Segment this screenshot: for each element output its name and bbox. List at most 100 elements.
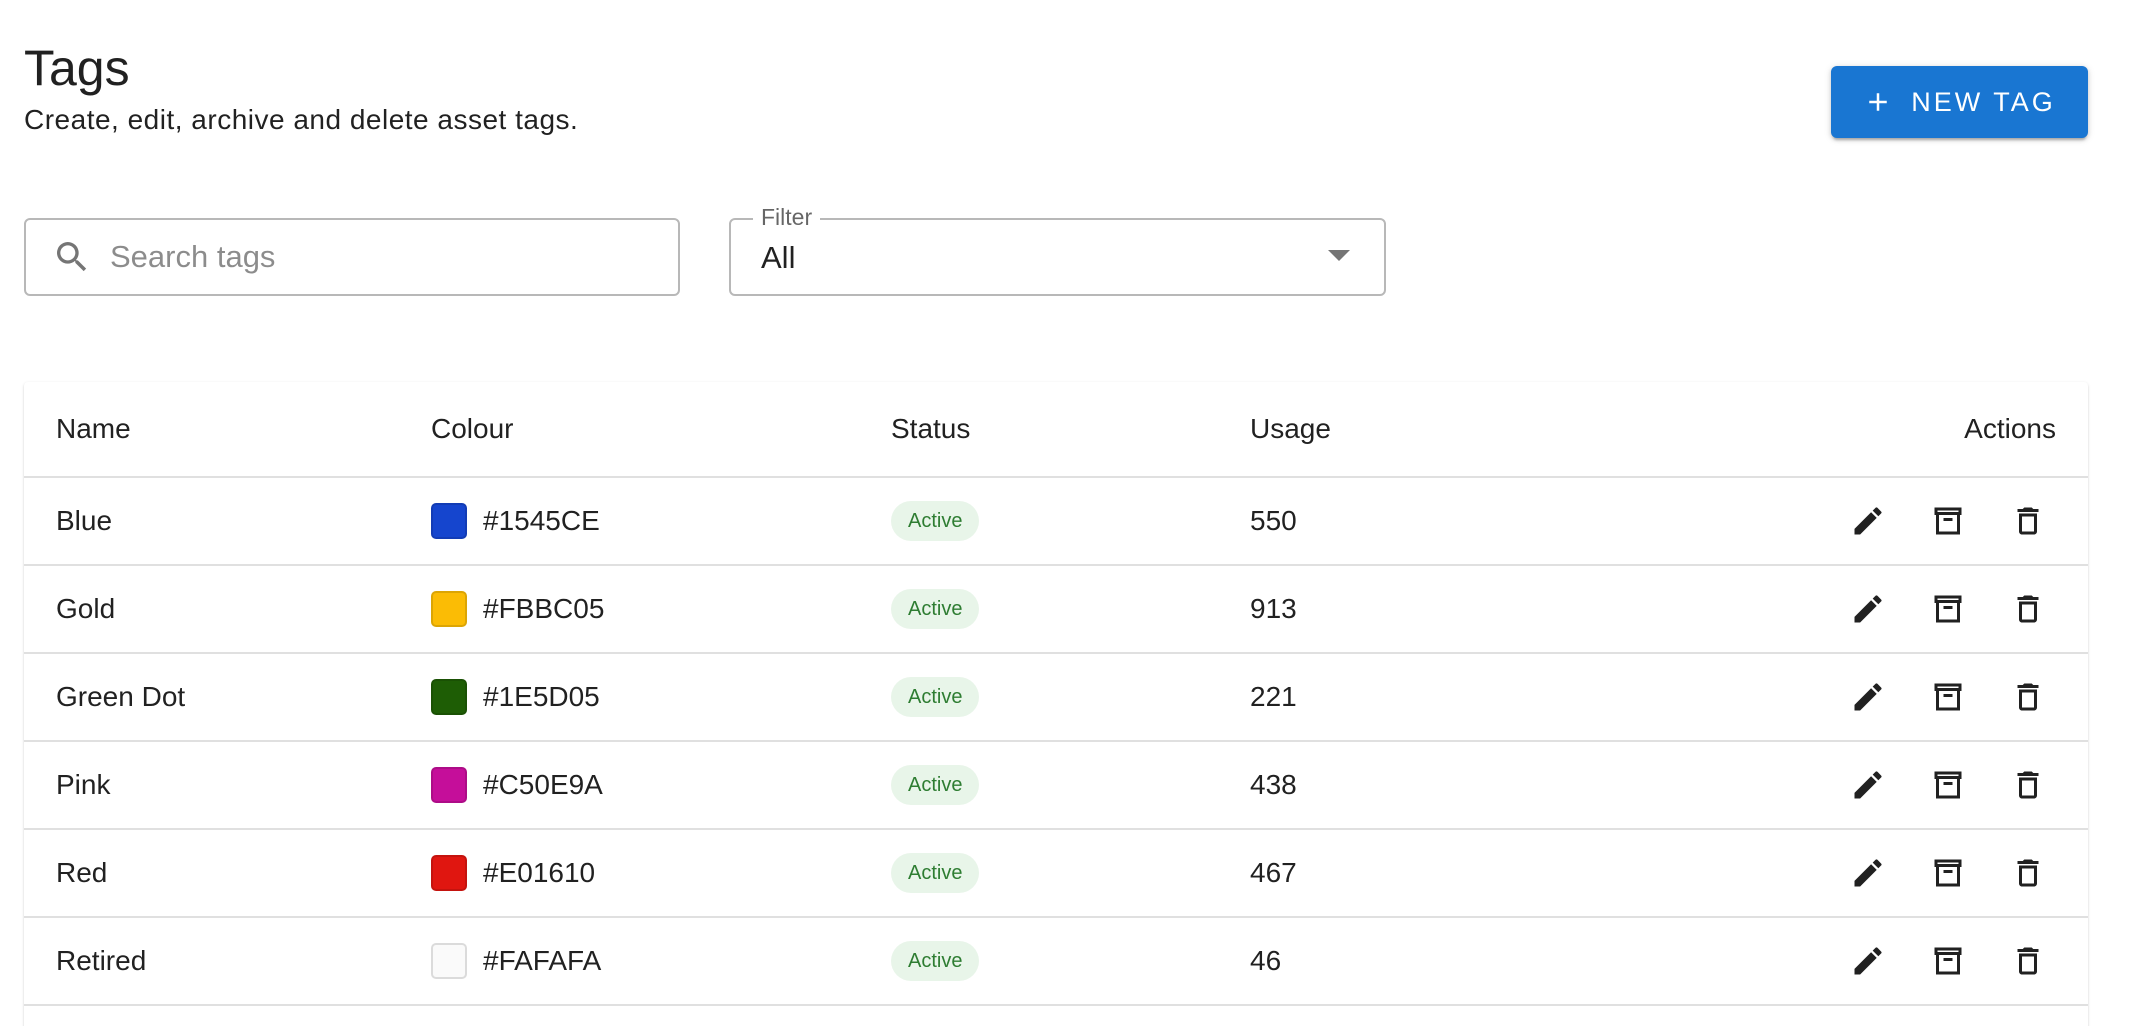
- tag-status-cell: Active: [891, 917, 1250, 1006]
- trash-icon: [2017, 507, 2039, 535]
- archive-tag-button[interactable]: [1928, 589, 1968, 629]
- status-badge: Active: [891, 941, 980, 981]
- tag-colour-cell: #E01610: [431, 829, 891, 918]
- column-header-colour[interactable]: Colour: [431, 382, 891, 478]
- edit-tag-button[interactable]: [1848, 853, 1888, 893]
- tag-name: Green Dot: [24, 653, 431, 742]
- pencil-icon: [1854, 683, 1882, 711]
- edit-tag-button[interactable]: [1848, 941, 1888, 981]
- pencil-icon: [1854, 771, 1882, 799]
- tag-actions-cell: [1750, 741, 2088, 830]
- status-badge: Active: [891, 589, 980, 629]
- tags-page: Tags Create, edit, archive and delete as…: [0, 0, 2130, 1026]
- pencil-icon: [1854, 507, 1882, 535]
- archive-tag-button[interactable]: [1928, 853, 1968, 893]
- colour-swatch: [431, 943, 467, 979]
- trash-icon: [2017, 683, 2039, 711]
- table-row: Red #E01610 Active 467: [24, 829, 2088, 918]
- column-header-name[interactable]: Name: [24, 382, 431, 478]
- pencil-icon: [1854, 595, 1882, 623]
- tag-actions-cell: [1750, 653, 2088, 742]
- tag-actions-cell: [1750, 477, 2088, 566]
- plus-icon: [1869, 93, 1887, 111]
- tag-actions-cell: [1750, 829, 2088, 918]
- table-row: Blue #1545CE Active 550: [24, 477, 2088, 566]
- archive-icon: [1934, 947, 1962, 975]
- edit-tag-button[interactable]: [1848, 501, 1888, 541]
- tag-colour-hex: #1545CE: [483, 505, 600, 536]
- archive-tag-button[interactable]: [1928, 501, 1968, 541]
- page-subtitle: Create, edit, archive and delete asset t…: [24, 104, 579, 135]
- delete-tag-button[interactable]: [2008, 677, 2048, 717]
- tag-colour-hex: #FAFAFA: [483, 945, 602, 976]
- new-tag-button-label: NEW TAG: [1911, 86, 2056, 117]
- delete-tag-button[interactable]: [2008, 589, 2048, 629]
- trash-icon: [2017, 859, 2039, 887]
- delete-tag-button[interactable]: [2008, 941, 2048, 981]
- filter-label: Filter: [753, 203, 821, 231]
- status-badge: Active: [891, 765, 980, 805]
- column-header-actions: Actions: [1750, 382, 2088, 478]
- edit-tag-button[interactable]: [1848, 765, 1888, 805]
- table-row: Pink #C50E9A Active 438: [24, 741, 2088, 830]
- tag-colour-cell: #1545CE: [431, 477, 891, 566]
- status-badge: Active: [891, 853, 980, 893]
- tag-status-cell: Active: [891, 829, 1250, 918]
- tag-name: Blue: [24, 477, 431, 566]
- column-header-usage[interactable]: Usage: [1250, 382, 1750, 478]
- tag-usage: 221: [1250, 653, 1750, 742]
- archive-tag-button[interactable]: [1928, 765, 1968, 805]
- status-badge: Active: [891, 677, 980, 717]
- delete-tag-button[interactable]: [2008, 765, 2048, 805]
- tag-status-cell: Active: [891, 477, 1250, 566]
- status-badge: Active: [891, 501, 980, 541]
- table-header-row: Name Colour Status Usage Actions: [24, 382, 2088, 478]
- filter-select[interactable]: Filter All: [729, 203, 1386, 296]
- archive-tag-button[interactable]: [1928, 677, 1968, 717]
- tag-colour-cell: #C50E9A: [431, 741, 891, 830]
- trash-icon: [2017, 771, 2039, 799]
- tag-status-cell: Active: [891, 565, 1250, 654]
- archive-icon: [1934, 507, 1962, 535]
- tag-colour-hex: #E01610: [483, 857, 596, 888]
- colour-swatch: [431, 855, 467, 891]
- edit-tag-button[interactable]: [1848, 677, 1888, 717]
- tag-status-cell: Active: [891, 653, 1250, 742]
- tag-usage: 913: [1250, 565, 1750, 654]
- pencil-icon: [1854, 947, 1882, 975]
- page-title: Tags: [24, 40, 130, 96]
- archive-tag-button[interactable]: [1928, 941, 1968, 981]
- tag-usage: 467: [1250, 829, 1750, 918]
- tag-name: Pink: [24, 741, 431, 830]
- table-row: Gold #FBBC05 Active 913: [24, 565, 2088, 654]
- arrow-drop-down-icon[interactable]: [1328, 250, 1350, 261]
- tags-table: Name Colour Status Usage Actions Blue #1…: [24, 382, 2088, 1006]
- tag-name: Retired: [24, 917, 431, 1006]
- search-input[interactable]: [110, 239, 630, 275]
- archive-icon: [1934, 595, 1962, 623]
- colour-swatch: [431, 767, 467, 803]
- table-body: Blue #1545CE Active 550 Gold #FBBC05 Act…: [24, 477, 2088, 1006]
- tag-usage: 550: [1250, 477, 1750, 566]
- tag-usage: 438: [1250, 741, 1750, 830]
- search-field[interactable]: [24, 218, 680, 296]
- table-row: Retired #FAFAFA Active 46: [24, 917, 2088, 1006]
- tags-table-card: Name Colour Status Usage Actions Blue #1…: [24, 382, 2088, 1026]
- archive-icon: [1934, 683, 1962, 711]
- tag-colour-hex: #1E5D05: [483, 681, 600, 712]
- colour-swatch: [431, 679, 467, 715]
- trash-icon: [2017, 595, 2039, 623]
- colour-swatch: [431, 591, 467, 627]
- archive-icon: [1934, 859, 1962, 887]
- delete-tag-button[interactable]: [2008, 853, 2048, 893]
- tag-colour-hex: #C50E9A: [483, 769, 603, 800]
- tag-usage: 46: [1250, 917, 1750, 1006]
- column-header-status[interactable]: Status: [891, 382, 1250, 478]
- delete-tag-button[interactable]: [2008, 501, 2048, 541]
- tag-colour-hex: #FBBC05: [483, 593, 605, 624]
- new-tag-button[interactable]: NEW TAG: [1831, 66, 2088, 138]
- edit-tag-button[interactable]: [1848, 589, 1888, 629]
- search-icon: [52, 237, 92, 277]
- filter-value: All: [761, 240, 796, 275]
- table-row: Green Dot #1E5D05 Active 221: [24, 653, 2088, 742]
